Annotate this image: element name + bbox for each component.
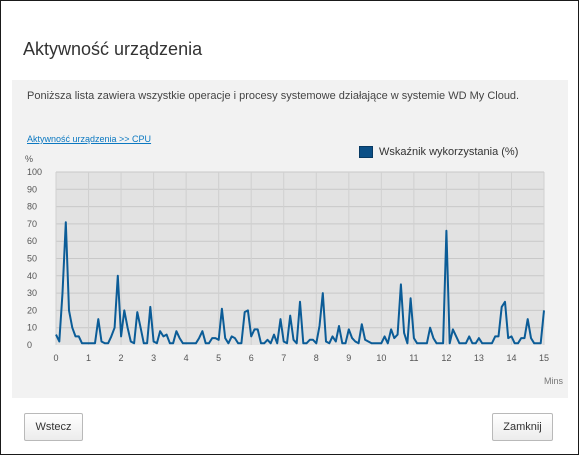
close-button[interactable]: Zamknij — [492, 413, 553, 441]
x-tick-label: 8 — [314, 353, 319, 363]
x-tick-label: 3 — [151, 353, 156, 363]
y-tick-label: 90 — [27, 184, 37, 194]
x-tick-label: 4 — [184, 353, 189, 363]
x-tick-label: 6 — [249, 353, 254, 363]
y-unit-label: % — [25, 154, 33, 164]
x-tick-label: 11 — [409, 353, 418, 363]
y-tick-label: 50 — [27, 254, 37, 264]
content-panel: Poniższa lista zawiera wszystkie operacj… — [12, 80, 568, 398]
x-tick-label: 13 — [474, 353, 484, 363]
x-tick-label: 7 — [281, 353, 286, 363]
x-tick-label: 14 — [506, 353, 516, 363]
x-unit-label: Mins — [544, 376, 564, 386]
y-tick-label: 20 — [27, 305, 37, 315]
y-tick-label: 60 — [27, 236, 37, 246]
y-tick-label: 10 — [27, 323, 37, 333]
y-tick-label: 30 — [27, 288, 37, 298]
x-tick-label: 15 — [539, 353, 549, 363]
x-tick-label: 9 — [346, 353, 351, 363]
x-tick-label: 0 — [53, 353, 58, 363]
back-button[interactable]: Wstecz — [24, 413, 83, 441]
x-tick-label: 1 — [86, 353, 91, 363]
x-tick-label: 5 — [216, 353, 221, 363]
x-tick-label: 2 — [119, 353, 124, 363]
x-tick-label: 12 — [441, 353, 451, 363]
device-activity-dialog: Aktywność urządzenia Poniższa lista zawi… — [0, 0, 579, 455]
y-tick-label: 40 — [27, 271, 37, 281]
y-tick-label: 70 — [27, 219, 37, 229]
x-tick-label: 10 — [376, 353, 386, 363]
dialog-title: Aktywność urządzenia — [23, 39, 203, 59]
y-tick-label: 0 — [27, 340, 32, 350]
y-tick-label: 100 — [27, 167, 42, 177]
cpu-usage-chart: 01020304050607080901000 1 2 3 4 5 6 7 8 9 10 11 12 13… — [25, 154, 564, 386]
y-tick-label: 80 — [27, 202, 37, 212]
